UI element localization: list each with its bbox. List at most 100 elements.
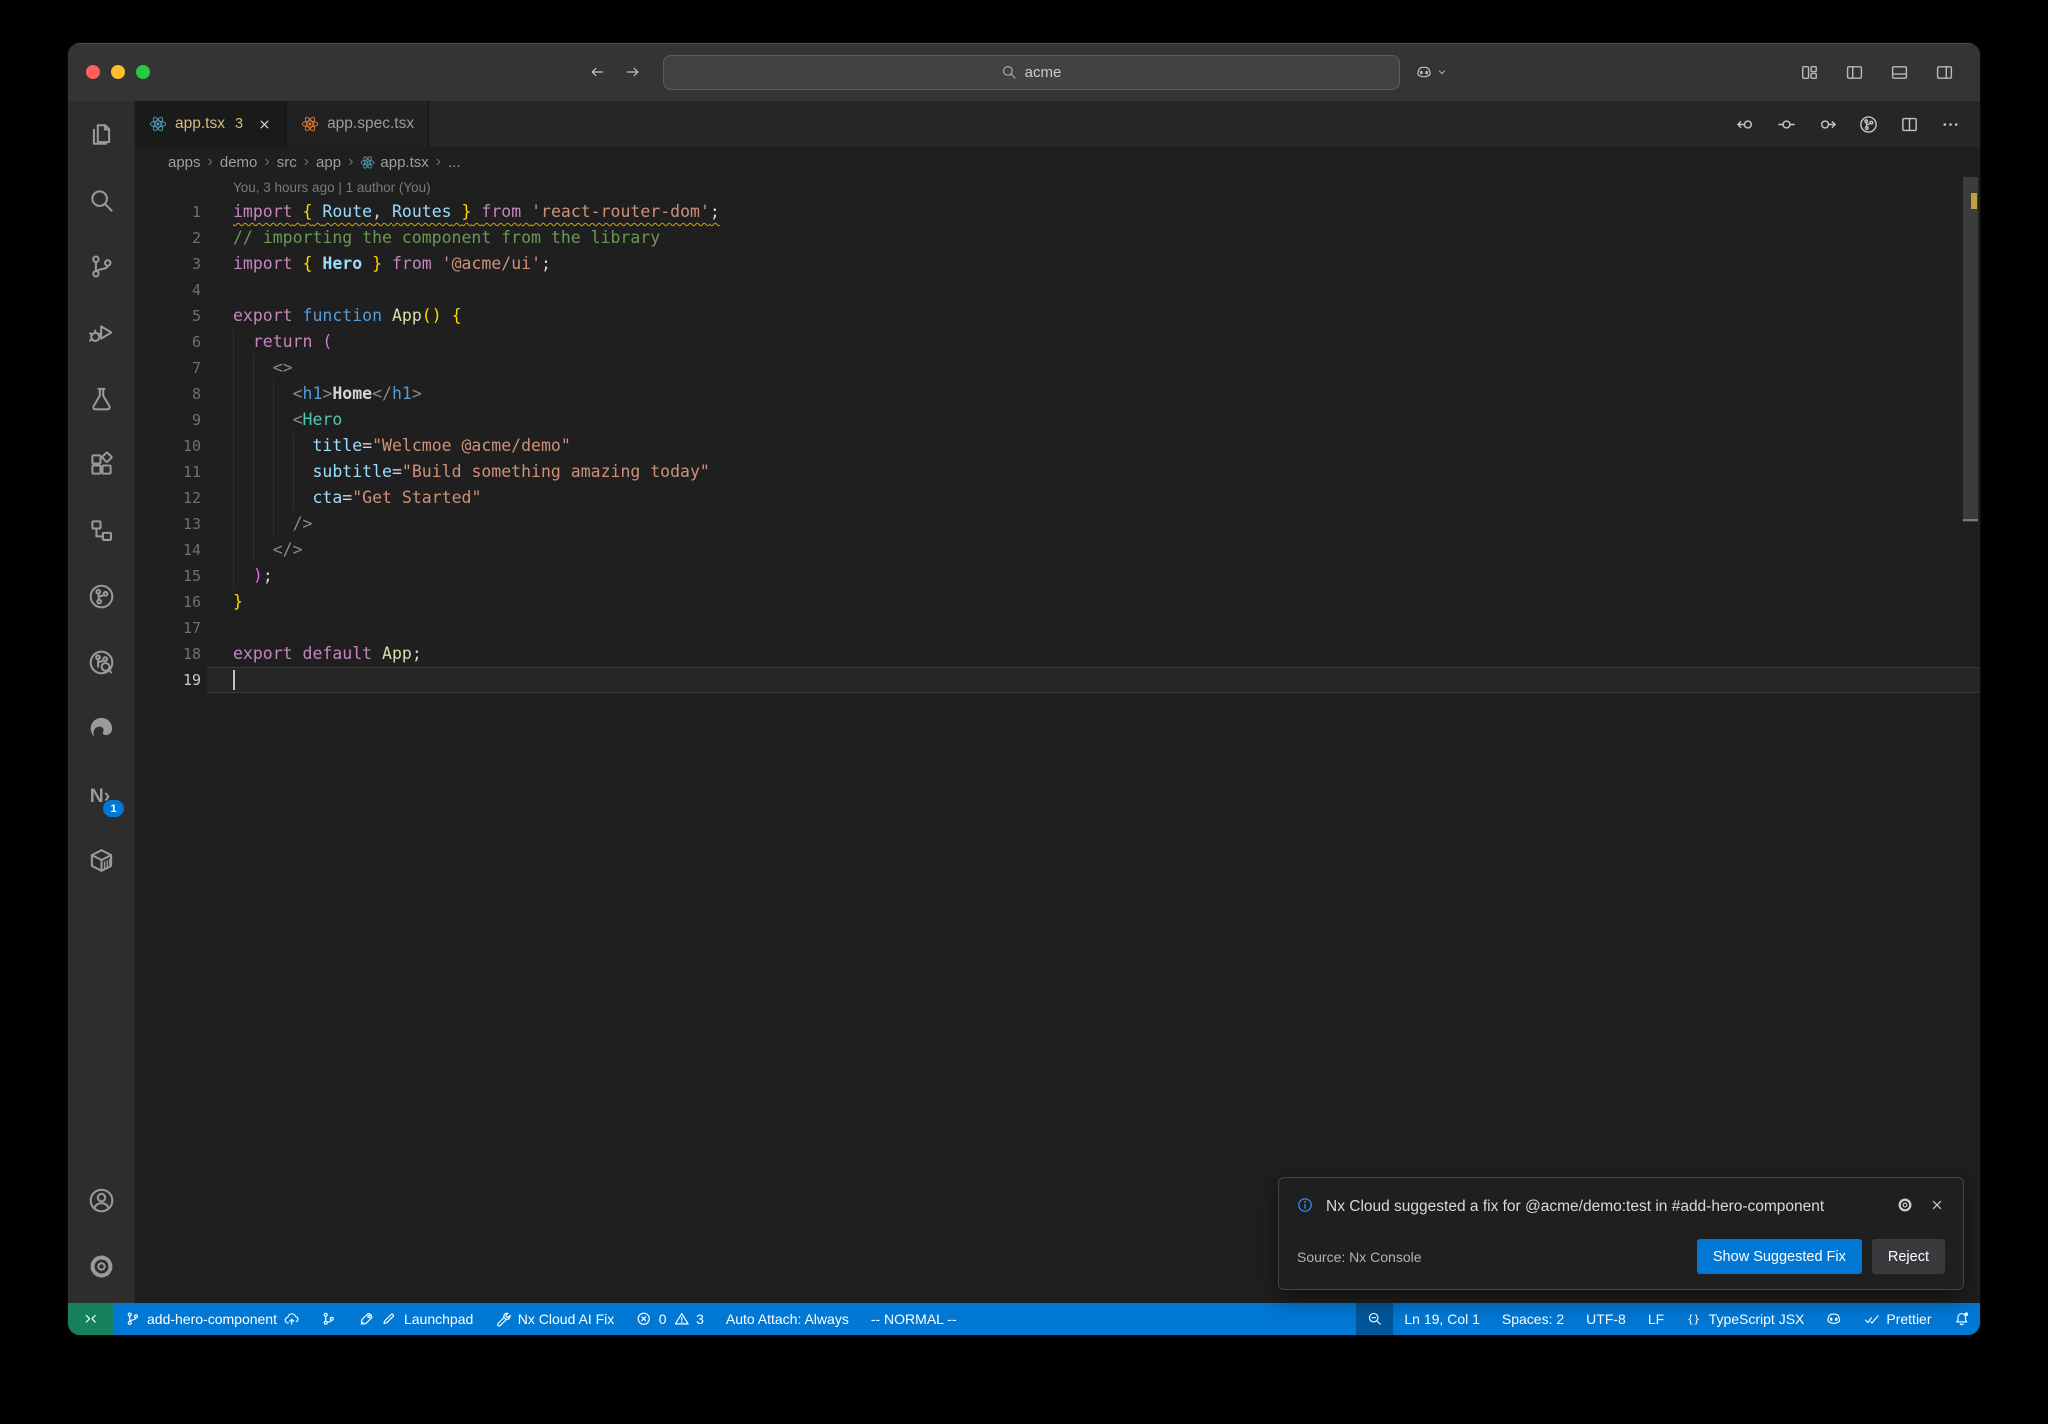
warning-icon bbox=[674, 1311, 690, 1327]
breadcrumb-item-apptsx[interactable]: app.tsx bbox=[360, 154, 429, 171]
notification-settings-gear-icon[interactable] bbox=[1896, 1197, 1913, 1213]
customize-layout-icon[interactable] bbox=[1800, 63, 1819, 82]
line-content: // importing the component from the libr… bbox=[233, 228, 661, 247]
status-item-auto-attach[interactable]: Auto Attach: Always bbox=[715, 1303, 860, 1335]
code-line-14[interactable]: 14 </> bbox=[135, 537, 1980, 563]
pencil-icon bbox=[381, 1311, 397, 1327]
activity-item-extensions[interactable] bbox=[68, 431, 134, 497]
code-line-5[interactable]: 5 export function App() { bbox=[135, 303, 1980, 329]
code-line-11[interactable]: 11 subtitle="Build something amazing tod… bbox=[135, 459, 1980, 485]
activity-item-search[interactable] bbox=[68, 167, 134, 233]
text-cursor bbox=[233, 670, 235, 690]
line-number: 16 bbox=[182, 593, 201, 611]
close-window-button[interactable] bbox=[86, 65, 100, 79]
toggle-secondary-sidebar-icon[interactable] bbox=[1935, 63, 1954, 82]
line-number: 9 bbox=[191, 411, 201, 429]
code-line-2[interactable]: 2 // importing the component from the lib… bbox=[135, 225, 1980, 251]
breadcrumb-item-apps[interactable]: apps bbox=[168, 154, 201, 171]
line-number: 18 bbox=[182, 645, 201, 663]
code-line-13[interactable]: 13 /> bbox=[135, 511, 1980, 537]
activity-item-explorer[interactable] bbox=[68, 101, 134, 167]
activity-item-manage[interactable] bbox=[68, 1233, 134, 1299]
breadcrumb-item-app[interactable]: app bbox=[316, 154, 341, 171]
status-item-remote[interactable] bbox=[68, 1303, 114, 1335]
activity-item-run-and-debug[interactable] bbox=[68, 299, 134, 365]
copilot-menu-button[interactable] bbox=[1416, 64, 1448, 80]
breadcrumb-item-src[interactable]: src bbox=[277, 154, 297, 171]
status-item-gitlens-launchpad[interactable]: Launchpad bbox=[348, 1303, 484, 1335]
code-line-17[interactable]: 17 bbox=[135, 615, 1980, 641]
navigate-current-icon[interactable] bbox=[1777, 115, 1796, 134]
indent-guide bbox=[272, 407, 274, 433]
breadcrumb-separator: › bbox=[303, 153, 310, 170]
breadcrumb-item-demo[interactable]: demo bbox=[220, 154, 258, 171]
indent-guide bbox=[233, 459, 234, 485]
zoom-window-button[interactable] bbox=[136, 65, 150, 79]
navigate-back-icon[interactable] bbox=[1736, 115, 1755, 134]
minimize-window-button[interactable] bbox=[111, 65, 125, 79]
activity-item-testing[interactable] bbox=[68, 365, 134, 431]
more-actions-icon[interactable] bbox=[1941, 115, 1960, 134]
history-forward-button[interactable] bbox=[625, 64, 641, 80]
status-item-eol[interactable]: LF bbox=[1637, 1303, 1675, 1335]
status-item-copilot-status[interactable] bbox=[1815, 1303, 1853, 1335]
status-item-encoding[interactable]: UTF-8 bbox=[1575, 1303, 1637, 1335]
status-item-prettier[interactable]: Prettier bbox=[1853, 1303, 1943, 1335]
activity-item-accounts[interactable] bbox=[68, 1167, 134, 1233]
code-editor[interactable]: You, 3 hours ago | 1 author (You) 1 impor… bbox=[135, 177, 1980, 1303]
reject-button[interactable]: Reject bbox=[1871, 1239, 1945, 1274]
status-item-cursor-position[interactable]: Ln 19, Col 1 bbox=[1393, 1303, 1491, 1335]
status-item-zoom-indicator[interactable] bbox=[1355, 1303, 1394, 1335]
status-item-git-graph[interactable] bbox=[310, 1303, 348, 1335]
activity-item-gitlens[interactable] bbox=[68, 563, 134, 629]
code-line-12[interactable]: 12 cta="Get Started" bbox=[135, 485, 1980, 511]
line-content: <h1>Home</h1> bbox=[207, 381, 1980, 407]
status-item-problems[interactable]: 03 bbox=[625, 1303, 715, 1335]
command-center-search[interactable]: acme bbox=[662, 54, 1400, 90]
status-item-vim-mode[interactable]: -- NORMAL -- bbox=[860, 1303, 968, 1335]
code-line-19[interactable]: 19 bbox=[135, 667, 1980, 693]
run-and-debug-icon bbox=[88, 319, 115, 346]
activity-item-package-explorer[interactable] bbox=[68, 827, 134, 893]
show-suggested-fix-button[interactable]: Show Suggested Fix bbox=[1696, 1239, 1862, 1274]
status-item-notifications-bell[interactable] bbox=[1943, 1303, 1981, 1335]
tab-app.spec.tsx[interactable]: app.spec.tsx bbox=[287, 101, 430, 147]
activity-item-references[interactable] bbox=[68, 497, 134, 563]
bell-dot-icon bbox=[1954, 1311, 1970, 1327]
code-line-6[interactable]: 6 return ( bbox=[135, 329, 1980, 355]
breadcrumb-label: apps bbox=[168, 153, 201, 171]
line-content bbox=[207, 667, 1980, 693]
activity-item-source-control[interactable] bbox=[68, 233, 134, 299]
status-item-git-branch[interactable]: add-hero-component bbox=[114, 1303, 311, 1335]
tab-app.tsx[interactable]: app.tsx 3 bbox=[135, 101, 288, 147]
line-number: 2 bbox=[191, 229, 201, 247]
code-line-16[interactable]: 16} bbox=[135, 589, 1980, 615]
split-editor-icon[interactable] bbox=[1900, 115, 1919, 134]
status-item-language-mode[interactable]: {} TypeScript JSX bbox=[1675, 1303, 1815, 1335]
code-line-9[interactable]: 9 <Hero bbox=[135, 407, 1980, 433]
toggle-panel-icon[interactable] bbox=[1890, 63, 1909, 82]
code-line-3[interactable]: 3 import { Hero } from '@acme/ui'; bbox=[135, 251, 1980, 277]
breadcrumb-item-[interactable]: ... bbox=[448, 154, 461, 171]
editor-scrollbar[interactable] bbox=[1963, 177, 1978, 1303]
code-line-8[interactable]: 8 <h1>Home</h1> bbox=[135, 381, 1980, 407]
code-line-18[interactable]: 18 export default App; bbox=[135, 641, 1980, 667]
code-line-1[interactable]: 1 import { Route, Routes } from 'react-ro… bbox=[135, 199, 1980, 225]
activity-item-gitlens-inspect[interactable] bbox=[68, 629, 134, 695]
navigate-forward-icon[interactable] bbox=[1818, 115, 1837, 134]
code-line-15[interactable]: 15 ); bbox=[135, 563, 1980, 589]
status-text: Prettier bbox=[1886, 1311, 1932, 1327]
close-tab-icon[interactable] bbox=[257, 117, 272, 132]
code-line-7[interactable]: 7 <> bbox=[135, 355, 1980, 381]
toggle-primary-sidebar-icon[interactable] bbox=[1845, 63, 1864, 82]
notification-close-icon[interactable] bbox=[1928, 1197, 1945, 1213]
code-line-10[interactable]: 10 title="Welcmoe @acme/demo" bbox=[135, 433, 1980, 459]
activity-item-nx-console[interactable]: N› 1 bbox=[68, 761, 134, 827]
status-item-nx-cloud-ai-fix[interactable]: Nx Cloud AI Fix bbox=[484, 1303, 625, 1335]
code-line-4[interactable]: 4 bbox=[135, 277, 1980, 303]
gitlens-graph-icon[interactable] bbox=[1859, 115, 1878, 134]
history-back-button[interactable] bbox=[589, 64, 605, 80]
activity-item-edge-devtools[interactable] bbox=[68, 695, 134, 761]
scrollbar-thumb[interactable] bbox=[1963, 177, 1978, 522]
status-item-indentation[interactable]: Spaces: 2 bbox=[1491, 1303, 1575, 1335]
